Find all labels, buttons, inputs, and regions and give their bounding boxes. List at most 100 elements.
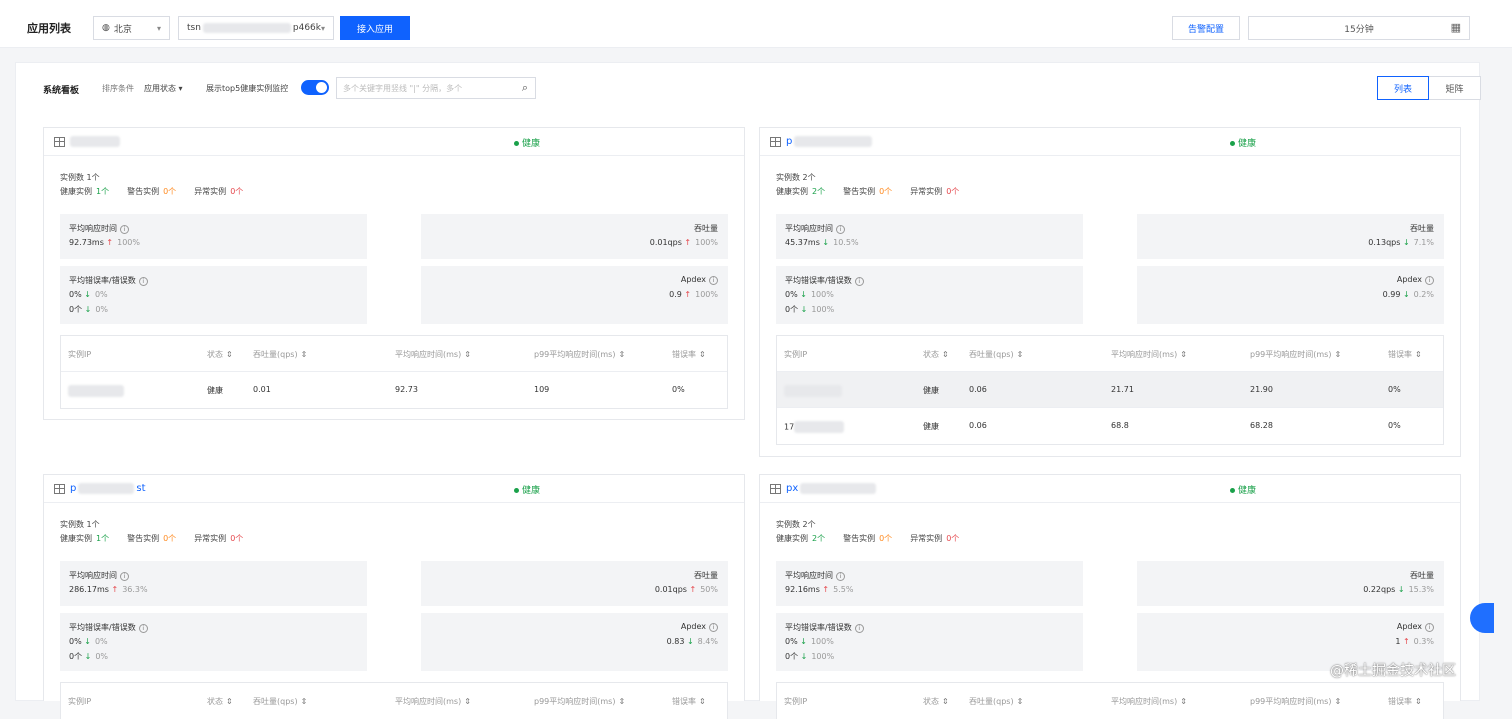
throughput-metric: 吞吐量 0.01qps ↑ 100% (421, 214, 728, 259)
app-icon (54, 137, 65, 147)
status-cell: 健康 (923, 422, 939, 431)
col-ip: 实例IP (68, 350, 92, 359)
error-rate-cell: 0% (672, 385, 685, 394)
info-icon[interactable]: i (138, 277, 148, 286)
info-icon[interactable]: i (836, 225, 845, 234)
col-p99[interactable]: p99平均响应时间(ms) ⇕ (1250, 696, 1341, 707)
info-icon[interactable]: i (709, 623, 718, 632)
instance-table: 实例IP 状态 ⇕ 吞吐量(qps) ⇕ 平均响应时间(ms) ⇕ p99平均响应时间… (776, 335, 1444, 445)
app-name-link[interactable]: p (786, 136, 873, 147)
info-icon[interactable]: i (120, 572, 129, 581)
sort-value: 应用状态 (144, 84, 176, 93)
error-rate-metric: 平均错误率/错误数 i 0% ↓ 100% 0个 ↓ 100% (776, 613, 1083, 671)
top5-toggle[interactable] (301, 80, 329, 95)
throughput-cell: 0.06 (969, 385, 987, 394)
instance-table: 实例IP 状态 ⇕ 吞吐量(qps) ⇕ 平均响应时间(ms) ⇕ p99平均响应时间… (60, 335, 728, 409)
search-input[interactable]: 多个关键字用竖线 "|" 分隔，多个 ⌕ (336, 77, 536, 99)
col-throughput[interactable]: 吞吐量(qps) ⇕ (253, 696, 307, 707)
table-row[interactable]: 17 健康 0.06 68.8 68.28 0% (777, 408, 1443, 444)
globe-icon: ◍ (102, 23, 110, 33)
col-throughput[interactable]: 吞吐量(qps) ⇕ (969, 349, 1023, 360)
col-error-rate[interactable]: 错误率 ⇕ (1388, 349, 1422, 360)
instance-breakdown: 健康实例 1个 警告实例 0个 异常实例 0个 (60, 187, 244, 196)
region-select[interactable]: ◍ 北京 ▾ (93, 16, 170, 40)
instance-count: 实例数 1个 (60, 173, 100, 182)
apdex-metric: Apdex i 0.9 ↑ 100% (421, 266, 728, 324)
matrix-view-button[interactable]: 矩阵 (1429, 76, 1481, 100)
add-app-button[interactable]: 接入应用 (340, 16, 410, 40)
col-status[interactable]: 状态 ⇕ (207, 696, 233, 707)
redacted-ip (794, 421, 845, 433)
card-header: 健康 (44, 128, 744, 156)
instance-ip (784, 385, 842, 399)
watermark: @稀土掘金技术社区 (1330, 663, 1456, 679)
app-name-link[interactable]: p st (70, 483, 146, 494)
time-range-value: 15分钟 (1344, 24, 1374, 35)
time-range-picker[interactable]: 15分钟 ▦ (1248, 16, 1470, 40)
col-p99[interactable]: p99平均响应时间(ms) ⇕ (534, 696, 625, 707)
col-p99[interactable]: p99平均响应时间(ms) ⇕ (534, 349, 625, 360)
instance-count: 实例数 1个 (60, 520, 100, 529)
app-icon (770, 484, 781, 494)
instance-count: 实例数 2个 (776, 520, 816, 529)
col-status[interactable]: 状态 ⇕ (923, 349, 949, 360)
info-icon[interactable]: i (854, 277, 864, 286)
instance-ip (68, 385, 124, 399)
status-badge: 健康 (514, 483, 540, 496)
response-cell: 92.73 (395, 385, 418, 394)
info-icon[interactable]: i (120, 225, 129, 234)
sort-label: 排序条件 (102, 84, 134, 93)
col-error-rate[interactable]: 错误率 ⇕ (1388, 696, 1422, 707)
error-rate-metric: 平均错误率/错误数 i 0% ↓ 0% 0个 ↓ 0% (60, 266, 367, 324)
app-select[interactable]: tsn p466k ▾ (178, 16, 334, 40)
table-row[interactable]: 健康 0.06 21.71 21.90 0% (777, 372, 1443, 408)
p99-cell: 21.90 (1250, 385, 1273, 394)
col-p99[interactable]: p99平均响应时间(ms) ⇕ (1250, 349, 1341, 360)
app-name-link[interactable]: px (786, 483, 877, 494)
page-title: 应用列表 (27, 22, 71, 35)
info-icon[interactable]: i (1425, 623, 1434, 632)
list-view-button[interactable]: 列表 (1377, 76, 1429, 100)
apdex-metric: Apdex i 0.99 ↓ 0.2% (1137, 266, 1444, 324)
instance-breakdown: 健康实例 2个 警告实例 0个 异常实例 0个 (776, 187, 960, 196)
info-icon[interactable]: i (709, 276, 718, 285)
info-icon[interactable]: i (138, 624, 148, 633)
region-value: 北京 (113, 24, 132, 35)
panel-header: 系统看板 排序条件 应用状态 ▾ 展示top5健康实例监控 多个关键字用竖线 "… (16, 63, 1481, 113)
redacted-app-name (794, 136, 873, 147)
info-icon[interactable]: i (1425, 276, 1434, 285)
sort-select[interactable]: 应用状态 ▾ (144, 83, 183, 94)
floating-help-button[interactable] (1470, 603, 1494, 633)
p99-cell: 109 (534, 385, 550, 394)
table-row[interactable]: 健康 0.01 92.73 109 0% (61, 372, 727, 408)
status-cell: 健康 (207, 386, 223, 395)
table-header-row: 实例IP 状态 ⇕ 吞吐量(qps) ⇕ 平均响应时间(ms) ⇕ p99平均响应时间… (777, 336, 1443, 372)
col-avg-response[interactable]: 平均响应时间(ms) ⇕ (1111, 349, 1187, 360)
apdex-metric: Apdex i 0.83 ↓ 8.4% (421, 613, 728, 671)
alert-config-button[interactable]: 告警配置 (1172, 16, 1240, 40)
info-icon[interactable]: i (836, 572, 845, 581)
col-avg-response[interactable]: 平均响应时间(ms) ⇕ (395, 696, 471, 707)
status-cell: 健康 (923, 386, 939, 395)
col-ip: 实例IP (68, 697, 92, 706)
avg-response-metric: 平均响应时间 i 45.37ms ↓ 10.5% (776, 214, 1083, 259)
app-select-prefix: tsn (187, 23, 201, 33)
col-avg-response[interactable]: 平均响应时间(ms) ⇕ (1111, 696, 1187, 707)
col-avg-response[interactable]: 平均响应时间(ms) ⇕ (395, 349, 471, 360)
table-header-row: 实例IP 状态 ⇕ 吞吐量(qps) ⇕ 平均响应时间(ms) ⇕ p99平均响应时间… (777, 683, 1443, 719)
search-icon[interactable]: ⌕ (522, 81, 528, 95)
redacted-app-name (202, 23, 291, 33)
col-throughput[interactable]: 吞吐量(qps) ⇕ (253, 349, 307, 360)
info-icon[interactable]: i (854, 624, 864, 633)
col-status[interactable]: 状态 ⇕ (207, 349, 233, 360)
col-throughput[interactable]: 吞吐量(qps) ⇕ (969, 696, 1023, 707)
error-rate-metric: 平均错误率/错误数 i 0% ↓ 100% 0个 ↓ 100% (776, 266, 1083, 324)
col-error-rate[interactable]: 错误率 ⇕ (672, 696, 706, 707)
table-header-row: 实例IP 状态 ⇕ 吞吐量(qps) ⇕ 平均响应时间(ms) ⇕ p99平均响应时间… (61, 336, 727, 372)
col-error-rate[interactable]: 错误率 ⇕ (672, 349, 706, 360)
col-status[interactable]: 状态 ⇕ (923, 696, 949, 707)
col-ip: 实例IP (784, 697, 808, 706)
redacted-ip (784, 385, 842, 397)
instance-ip: 17 (784, 421, 845, 433)
app-name-link[interactable] (70, 136, 120, 147)
